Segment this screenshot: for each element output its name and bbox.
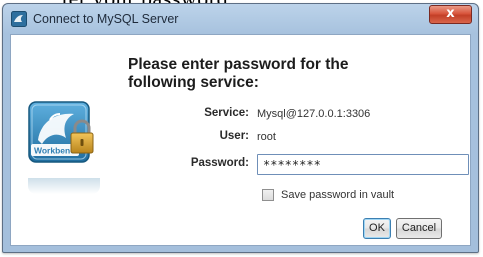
password-label: Password: <box>190 157 249 169</box>
service-label: Service: <box>204 107 249 119</box>
user-label: User: <box>219 130 249 142</box>
app-icon <box>11 11 27 27</box>
user-value: root <box>257 131 276 143</box>
save-password-label[interactable]: Save password in vault <box>281 189 394 201</box>
connect-dialog-window: Connect to MySQL Server x Workbench Plea… <box>2 3 479 253</box>
close-icon: x <box>446 6 455 21</box>
screenshot-root: ter your password Connect to MySQL Serve… <box>0 0 483 257</box>
cancel-button[interactable]: Cancel <box>396 218 442 239</box>
dialog-heading: Please enter password for the following … <box>128 56 428 92</box>
heading-line-1: Please enter password for the <box>128 56 349 73</box>
save-password-checkbox[interactable] <box>262 189 274 201</box>
mysql-workbench-logo-icon: Workbench <box>28 101 94 163</box>
heading-line-2: following service: <box>128 74 259 91</box>
password-field[interactable] <box>257 154 469 175</box>
service-value: Mysql@127.0.0.1:3306 <box>257 108 371 120</box>
close-button[interactable]: x <box>429 5 472 24</box>
window-title: Connect to MySQL Server <box>33 12 179 26</box>
title-bar[interactable]: Connect to MySQL Server x <box>3 4 478 34</box>
dialog-content: Workbench Please enter password for the … <box>10 34 471 246</box>
logo-reflection <box>28 178 100 194</box>
ok-button[interactable]: OK <box>363 218 391 239</box>
